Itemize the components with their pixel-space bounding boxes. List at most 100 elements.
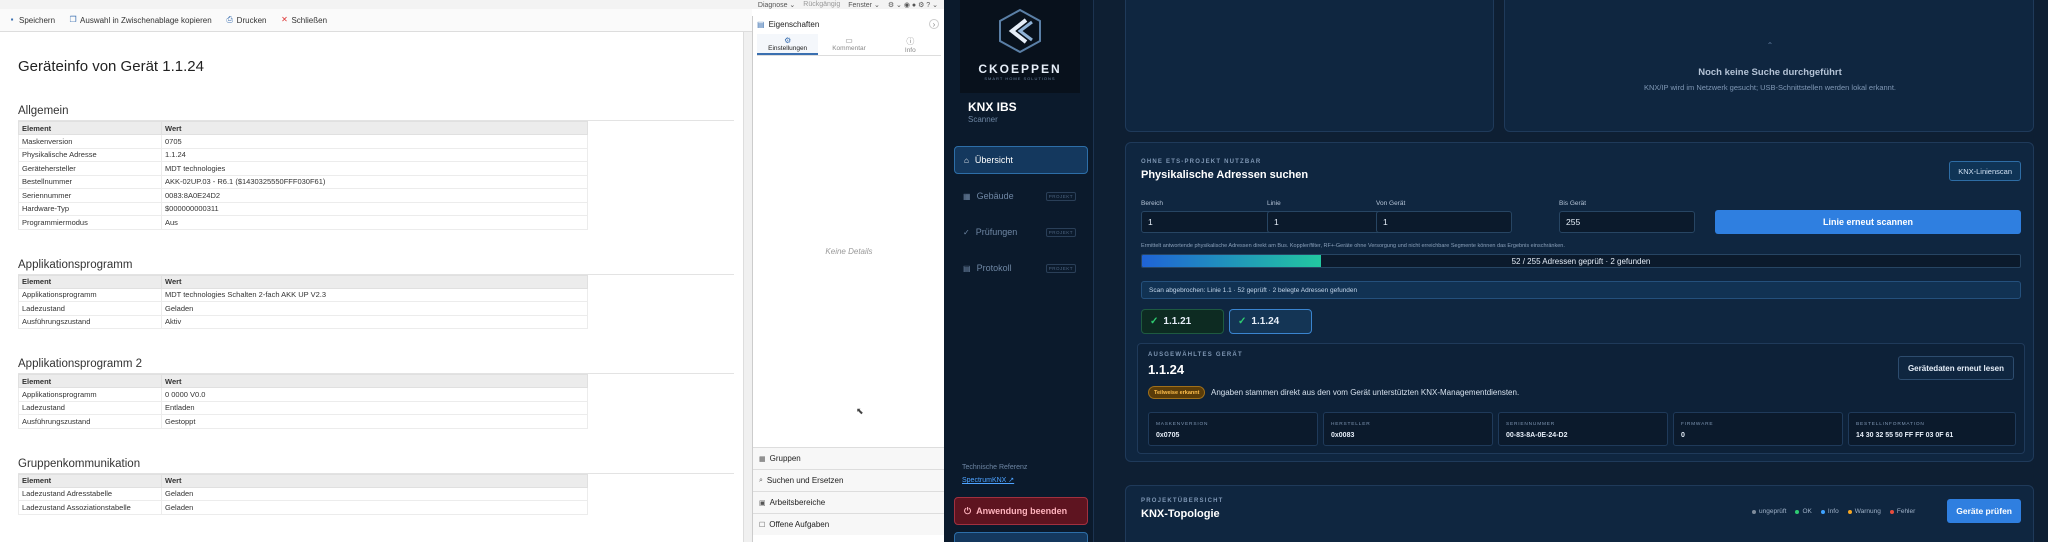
row-value: 0705	[161, 134, 588, 149]
row-value: Aktiv	[161, 314, 588, 329]
section-title: Applikationsprogramm 2	[18, 358, 734, 374]
report-table: Element Wert Applikationsprogramm 0 0000 V0…	[18, 374, 588, 429]
row-element: Bestellnummer	[18, 174, 162, 189]
row-value: Geladen	[161, 500, 588, 515]
row-element: Ladezustand Adresstabelle	[18, 486, 162, 501]
save-button[interactable]: ▪ Speichern	[8, 16, 55, 25]
found-device-chip-selected[interactable]: ✓ 1.1.24	[1229, 309, 1312, 334]
nav-log[interactable]: ▤ Protokoll PROJEKT	[954, 254, 1088, 282]
table-row: Physikalische Adresse 1.1.24	[18, 147, 588, 162]
legend-item: Fehler	[1889, 508, 1915, 515]
info-firmware: FIRMWARE 0	[1673, 412, 1843, 446]
column-header: Wert	[161, 274, 588, 289]
found-device-chip[interactable]: ✓ 1.1.21	[1141, 309, 1224, 334]
nav-overview[interactable]: ⌂ Übersicht	[954, 146, 1088, 174]
close-button[interactable]: ✕ Schließen	[280, 16, 327, 25]
row-element: Gerätehersteller	[18, 161, 162, 176]
tab-comment[interactable]: ▭ Kommentar	[818, 34, 879, 55]
project-badge: PROJEKT	[1045, 191, 1076, 201]
info-mask-version: MASKENVERSION 0x0705	[1148, 412, 1318, 446]
table-row: Hardware-Typ $000000000311	[18, 201, 588, 216]
sidebar-bottom-button[interactable]	[954, 532, 1088, 542]
tab-settings[interactable]: ⚙ Einstellungen	[757, 34, 819, 55]
table-row: Ladezustand Geladen	[18, 301, 588, 316]
row-element: Programmiermodus	[18, 215, 162, 230]
power-icon: ⏻	[964, 505, 972, 516]
row-value: Gestoppt	[161, 414, 588, 429]
topology-card: PROJEKTÜBERSICHT KNX-Topologie ungeprüft…	[1125, 485, 2034, 542]
save-icon: ▪	[10, 15, 14, 24]
partial-recognized-badge: Teilweise erkannt	[1148, 386, 1206, 399]
panel-workspaces[interactable]: ▣ Arbeitsbereiche	[753, 491, 945, 513]
print-button[interactable]: ⎙ Drucken	[226, 15, 266, 25]
check-devices-button[interactable]: Geräte prüfen	[1947, 499, 2021, 523]
row-element: Hardware-Typ	[18, 201, 162, 216]
legend-item: OK	[1795, 508, 1812, 515]
row-value: 0 0000 V0.0	[161, 387, 588, 402]
tasks-icon: ☐	[759, 521, 766, 529]
row-value: Geladen	[161, 301, 588, 316]
spectrum-knx-link[interactable]: SpectrumKNX ↗	[962, 476, 1014, 484]
legend-item: Info	[1820, 508, 1839, 515]
menu-diagnose[interactable]: Diagnose ⌄	[758, 1, 795, 9]
print-icon: ⎙	[226, 15, 233, 24]
from-device-input[interactable]: 1	[1376, 211, 1512, 233]
quit-app-button[interactable]: ⏻ Anwendung beenden	[954, 497, 1088, 525]
selected-caption: AUSGEWÄHLTES GERÄT	[1148, 352, 1243, 358]
status-legend: ungeprüft OK Info Warnung Fehler	[1752, 508, 1915, 515]
to-device-input[interactable]: 255	[1559, 211, 1695, 233]
nav-building[interactable]: ▦ Gebäude PROJEKT	[954, 182, 1088, 210]
top-menu-strip: Diagnose ⌄ Rückgängig Fenster ⌄ ⚙ ⌄ ◉ ● …	[0, 0, 944, 9]
properties-tabs: ⚙ Einstellungen ▭ Kommentar ⓘ Info	[757, 34, 941, 56]
selected-device-panel: AUSGEWÄHLTES GERÄT 1.1.24 Gerätedaten er…	[1137, 343, 2025, 454]
scan-status: Scan abgebrochen: Linie 1.1 · 52 geprüft…	[1141, 281, 2021, 299]
table-row: Programmiermodus Aus	[18, 215, 588, 230]
report-table: Element Wert Ladezustand Adresstabelle Gela…	[18, 473, 588, 515]
close-icon: ✕	[281, 15, 288, 24]
column-header: Element	[18, 121, 162, 135]
interface-card	[1125, 0, 1494, 132]
table-header: Element Wert	[18, 473, 588, 488]
copy-button[interactable]: ❐ Auswahl in Zwischenablage kopieren	[69, 16, 211, 25]
panel-open-tasks[interactable]: ☐ Offene Aufgaben	[753, 513, 945, 535]
scan-caption: OHNE ETS-PROJEKT NUTZBAR	[1141, 159, 1262, 165]
app-sidebar: CKOEPPEN SMART HOME SOLUTIONS KNX IBS Sc…	[944, 0, 1094, 542]
partial-recognized-text: Angaben stammen direkt aus den vom Gerät…	[1211, 388, 1520, 397]
tab-info[interactable]: ⓘ Info	[880, 34, 941, 55]
row-value: MDT technologies Schalten 2-fach AKK UP …	[161, 287, 588, 302]
report-section: Applikationsprogramm 2 Element Wert Applika…	[18, 358, 743, 429]
nav-checks[interactable]: ✓ Prüfungen PROJEKT	[954, 218, 1088, 246]
properties-title: ▤ Eigenschaften	[757, 20, 820, 29]
row-value: 1.1.24	[161, 147, 588, 162]
no-details-text: Keine Details	[825, 247, 873, 256]
document-scrollbar[interactable]	[743, 32, 752, 542]
reread-device-button[interactable]: Gerätedaten erneut lesen	[1897, 356, 2014, 380]
label-from-device: Von Gerät	[1376, 200, 1406, 207]
search-icon: ⌕	[759, 476, 763, 484]
table-header: Element Wert	[18, 374, 588, 388]
panel-groups[interactable]: ▦ Gruppen	[753, 447, 945, 469]
status-dot-icon	[1820, 509, 1825, 514]
knx-line-scan-button[interactable]: KNX-Linienscan	[1949, 161, 2021, 181]
device-info-document: Geräteinfo von Gerät 1.1.24 Allgemein Ele…	[0, 32, 743, 542]
report-section: Gruppenkommunikation Element Wert Ladezusta…	[18, 458, 743, 515]
settings-icon: ⚙	[784, 36, 792, 45]
info-icon: ⓘ	[906, 37, 915, 46]
project-badge: PROJEKT	[1045, 263, 1076, 273]
status-dot-icon	[1889, 509, 1894, 514]
rescan-line-button[interactable]: Linie erneut scannen	[1715, 210, 2021, 234]
menu-window[interactable]: Fenster ⌄	[848, 1, 880, 9]
area-input[interactable]: 1	[1141, 211, 1277, 233]
section-title: Allgemein	[18, 105, 734, 121]
collapse-icon[interactable]: ›	[929, 19, 939, 29]
collapse-icon: ⌃	[1766, 41, 1774, 50]
building-icon: ▦	[963, 191, 971, 201]
menu-undo[interactable]: Rückgängig	[803, 1, 840, 8]
row-value: Aus	[161, 215, 588, 230]
panel-search-replace[interactable]: ⌕ Suchen und Ersetzen	[753, 469, 945, 491]
no-search-card: ⌃ Noch keine Suche durchgeführt KNX/IP w…	[1504, 0, 2034, 132]
table-row: Ausführungszustand Gestoppt	[18, 414, 588, 429]
row-value: $000000000311	[161, 201, 588, 216]
logo-wordmark: CKOEPPEN	[978, 62, 1062, 76]
properties-pane: ▤ Eigenschaften › ⚙ Einstellungen ▭ Kommen…	[752, 16, 945, 542]
